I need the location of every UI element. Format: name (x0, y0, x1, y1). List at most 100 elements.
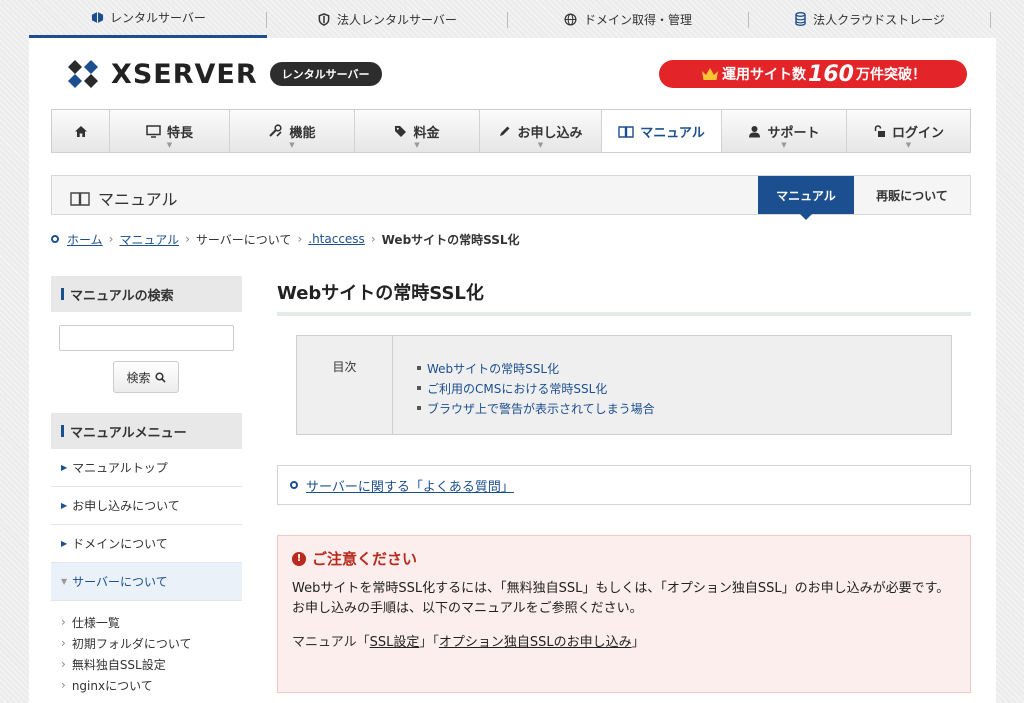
service-tabs: レンタルサーバー 法人レンタルサーバー ドメイン取得・管理 法人クラウドストレー… (0, 0, 1024, 38)
globe-icon (564, 12, 578, 26)
chevron-right-icon: › (61, 615, 66, 629)
monitor-icon (146, 124, 161, 138)
divider (990, 12, 991, 28)
sidebar-item-manual-top[interactable]: ▶ マニュアルトップ (51, 449, 242, 487)
chevron-down-icon: ▼ (537, 141, 544, 149)
book-icon (70, 191, 90, 206)
promo-prefix: 運用サイト数 (722, 67, 807, 83)
chevron-right-icon: › (61, 657, 66, 671)
search-input[interactable] (59, 325, 234, 351)
nav-features[interactable]: 特長 ▼ (110, 110, 230, 152)
tools-icon (269, 124, 283, 137)
chevron-right-icon: › (61, 636, 66, 650)
caret-right-icon: ▶ (61, 463, 68, 472)
chevron-right-icon: › (297, 232, 303, 246)
chevron-down-icon: ▼ (781, 141, 787, 149)
section-header: マニュアル マニュアル 再販について (51, 175, 971, 220)
tab-resale[interactable]: 再販について (854, 176, 970, 214)
database-icon (793, 12, 807, 26)
heading-bar (61, 425, 64, 437)
nav-pricing[interactable]: 料金 ▼ (355, 110, 480, 152)
nav-login[interactable]: ログイン ▼ (847, 110, 970, 152)
page-title: Webサイトの常時SSL化 (277, 283, 484, 304)
sidebar-sub-nginx[interactable]: › nginxについて (61, 675, 153, 695)
breadcrumb-home[interactable]: ホーム (67, 231, 103, 248)
nav-apply[interactable]: お申し込み ▼ (480, 110, 602, 152)
pencil-icon (500, 126, 510, 136)
tab-rental-server[interactable]: レンタルサーバー (29, 0, 267, 38)
faq-link[interactable]: サーバーに関する「よくある質問」 (306, 476, 514, 495)
bullet-icon (417, 406, 421, 410)
chevron-right-icon: › (108, 232, 114, 246)
global-nav: 特長 ▼ 機能 ▼ 料金 ▼ お申し込み ▼ マニュアル サポート ▼ ログイン ▼ (51, 109, 971, 153)
circle-icon (51, 235, 59, 243)
nav-functions[interactable]: 機能 ▼ (230, 110, 355, 152)
chevron-right-icon: › (61, 678, 66, 692)
promo-suffix: 万件突破！ (855, 67, 926, 83)
tag-icon (395, 125, 407, 137)
user-icon (749, 125, 761, 137)
notice-heading: ! ご注意ください (292, 548, 956, 569)
book-icon (618, 125, 634, 138)
chevron-down-icon: ▼ (289, 141, 295, 149)
menu-heading: マニュアルメニュー (51, 413, 242, 449)
chevron-down-icon: ▼ (905, 141, 912, 149)
option-ssl-link[interactable]: オプション独自SSLのお申し込み (439, 635, 632, 650)
sidebar-sub-specs[interactable]: › 仕様一覧 (61, 612, 120, 632)
search-icon (154, 371, 166, 383)
nav-home[interactable] (52, 110, 110, 152)
breadcrumb-server: サーバーについて (195, 232, 292, 247)
circle-icon (290, 481, 298, 489)
search-heading: マニュアルの検索 (51, 276, 242, 312)
toc-item-ssl[interactable]: Webサイトの常時SSL化 (417, 358, 655, 378)
logo-wordmark: XSERVER (111, 58, 258, 90)
notice-text-1: Webサイトを常時SSL化するには、「無料独自SSL」もしくは、「オプション独自… (292, 581, 950, 596)
toc-item-warning[interactable]: ブラウザ上で警告が表示されてしまう場合 (417, 398, 655, 418)
tab-cloud-storage[interactable]: 法人クラウドストレージ (749, 0, 989, 38)
title-divider (277, 312, 971, 316)
notice-links: マニュアル「SSL設定」「オプション独自SSLのお申し込み」 (292, 635, 645, 650)
table-of-contents: 目次 Webサイトの常時SSL化 ご利用のCMSにおける常時SSL化 ブラウザ上… (296, 335, 952, 435)
sidebar-item-domain[interactable]: ▶ ドメインについて (51, 525, 242, 563)
toc-list: Webサイトの常時SSL化 ご利用のCMSにおける常時SSL化 ブラウザ上で警告… (417, 358, 655, 418)
unlock-icon (874, 124, 885, 137)
toc-label: 目次 (297, 336, 393, 434)
notice-box: ! ご注意ください Webサイトを常時SSL化するには、「無料独自SSL」もしく… (277, 535, 971, 693)
sidebar-item-server[interactable]: ▼ サーバーについて (51, 563, 242, 601)
breadcrumb: ホーム › マニュアル › サーバーについて › .htaccess › Web… (51, 231, 520, 247)
breadcrumb-htaccess[interactable]: .htaccess (308, 232, 365, 246)
shield-icon (317, 12, 331, 26)
alert-icon: ! (292, 551, 306, 566)
nav-support[interactable]: サポート ▼ (722, 110, 847, 152)
chevron-down-icon: ▼ (414, 141, 420, 149)
heading-bar (61, 288, 64, 300)
chevron-down-icon: ▼ (166, 141, 173, 149)
breadcrumb-manual[interactable]: マニュアル (119, 231, 179, 248)
tab-corporate-rental-server[interactable]: 法人レンタルサーバー (267, 0, 507, 38)
sidebar-sub-free-ssl[interactable]: › 無料独自SSL設定 (61, 654, 166, 674)
logo-badge: レンタルサーバー (269, 62, 382, 86)
nav-manual[interactable]: マニュアル (602, 110, 722, 152)
tab-manual[interactable]: マニュアル (758, 176, 854, 220)
caret-right-icon: ▶ (61, 539, 68, 548)
search-button[interactable]: 検索 (113, 361, 179, 393)
faq-box: サーバーに関する「よくある質問」 (277, 465, 971, 505)
logo-mark-icon (68, 60, 98, 88)
promo-banner[interactable]: 運用サイト数 160 万件突破！ (659, 60, 967, 88)
notice-text-2: お申し込みの手順は、以下のマニュアルをご参照ください。 (292, 601, 643, 616)
caret-right-icon: ▶ (61, 501, 68, 510)
cube-icon (90, 11, 104, 25)
home-icon (74, 125, 87, 137)
site-logo[interactable]: XSERVER レンタルサーバー (63, 56, 382, 92)
sidebar-item-application[interactable]: ▶ お申し込みについて (51, 487, 242, 525)
section-title: マニュアル (70, 186, 178, 210)
sidebar-sub-initial-folder[interactable]: › 初期フォルダについて (61, 633, 191, 653)
chevron-right-icon: › (370, 232, 376, 246)
caret-down-icon: ▼ (61, 577, 68, 586)
ssl-settings-link[interactable]: SSL設定 (370, 635, 420, 650)
chevron-right-icon: › (185, 232, 190, 246)
tab-domain[interactable]: ドメイン取得・管理 (508, 0, 748, 38)
toc-item-cms[interactable]: ご利用のCMSにおける常時SSL化 (417, 378, 655, 398)
bullet-icon (417, 386, 421, 390)
breadcrumb-current: Webサイトの常時SSL化 (381, 232, 520, 247)
